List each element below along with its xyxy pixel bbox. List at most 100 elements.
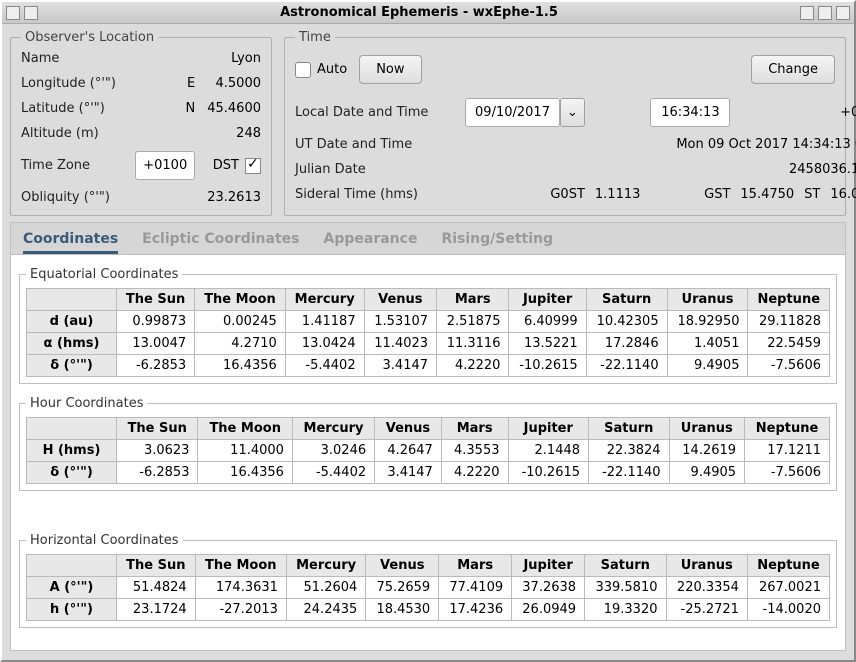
col-header: The Sun	[117, 418, 198, 440]
tab-body: Equatorial Coordinates The SunThe MoonMer…	[10, 255, 846, 651]
cell: 29.11828	[748, 311, 830, 333]
col-header: The Sun	[117, 289, 195, 311]
row-header: h (°'")	[27, 599, 117, 621]
cell: -25.2721	[666, 599, 747, 621]
cell: 220.3354	[666, 577, 747, 599]
change-button[interactable]: Change	[751, 55, 835, 84]
cell: 17.4236	[439, 599, 512, 621]
col-header: Jupiter	[512, 555, 585, 577]
cell: 1.41187	[285, 311, 364, 333]
cell: -5.4402	[292, 462, 374, 484]
cell: 9.4905	[667, 355, 748, 377]
date-input[interactable]	[465, 98, 560, 127]
col-header: Mars	[441, 418, 508, 440]
cell: -10.2615	[509, 355, 586, 377]
cell: 1.53107	[364, 311, 436, 333]
row-header: δ (°'")	[27, 462, 117, 484]
lon-value: 4.5000	[207, 76, 261, 91]
col-header: Venus	[366, 555, 439, 577]
cell: 3.0246	[292, 440, 374, 462]
now-button[interactable]: Now	[359, 55, 421, 84]
eq-table: The SunThe MoonMercuryVenusMarsJupiterSa…	[26, 288, 830, 377]
cell: 339.5810	[585, 577, 666, 599]
col-header: Mars	[437, 289, 509, 311]
hr-group: Hour Coordinates The SunThe MoonMercuryVe…	[19, 396, 837, 491]
ut-dt-value: Mon 09 Oct 2017 14:34:13 GMT	[445, 137, 856, 152]
cell: 11.4023	[364, 333, 436, 355]
row-header: H (hms)	[27, 440, 117, 462]
hz-table: The SunThe MoonMercuryVenusMarsJupiterSa…	[26, 554, 830, 621]
auto-checkbox-wrap[interactable]: Auto	[295, 62, 347, 78]
cell: 17.2846	[586, 333, 667, 355]
cell: 267.0021	[747, 577, 829, 599]
cell: 0.00245	[195, 311, 286, 333]
col-header: Jupiter	[509, 289, 586, 311]
window-title: Astronomical Ephemeris - wxEphe-1.5	[42, 5, 796, 20]
cell: -7.5606	[745, 462, 830, 484]
col-header: Neptune	[748, 289, 830, 311]
obl-label: Obliquity (°'")	[21, 190, 123, 205]
jd-value: 2458036.1071	[445, 162, 856, 177]
cell: 18.92950	[667, 311, 748, 333]
utc-offset: +0200	[830, 105, 856, 120]
row-header: δ (°'")	[27, 355, 117, 377]
tab-appearance[interactable]: Appearance	[324, 231, 418, 248]
cell: 24.2435	[286, 599, 365, 621]
cell: -7.5606	[748, 355, 830, 377]
hz-group: Horizontal CoordinatesThe SunThe MoonMer…	[19, 533, 837, 628]
tab-coordinates[interactable]: Coordinates	[23, 231, 118, 254]
cell: 2.1448	[508, 440, 589, 462]
cell: 3.0623	[117, 440, 198, 462]
cell: 13.5221	[509, 333, 586, 355]
col-header: Saturn	[586, 289, 667, 311]
col-header: Jupiter	[508, 418, 589, 440]
col-header: Uranus	[666, 555, 747, 577]
sysmenu-icon[interactable]	[6, 6, 20, 20]
col-header: The Sun	[117, 555, 196, 577]
cell: 16.4356	[195, 355, 286, 377]
cell: 51.4824	[117, 577, 196, 599]
col-header: The Moon	[198, 418, 292, 440]
time-input[interactable]	[650, 98, 730, 127]
cell: 10.42305	[586, 311, 667, 333]
col-header: Venus	[375, 418, 442, 440]
cell: 4.2220	[441, 462, 508, 484]
row-header: A (°'")	[27, 577, 117, 599]
maximize-button[interactable]	[818, 6, 832, 20]
date-picker-button[interactable]: ⌄	[560, 98, 585, 127]
titlebar: Astronomical Ephemeris - wxEphe-1.5	[2, 2, 854, 24]
eq-group: Equatorial Coordinates The SunThe MoonMer…	[19, 267, 837, 384]
alt-label: Altitude (m)	[21, 126, 123, 141]
cell: 11.3116	[437, 333, 509, 355]
cell: -6.2853	[117, 355, 195, 377]
tz-input[interactable]	[135, 151, 195, 180]
cell: 1.4051	[667, 333, 748, 355]
col-header: The Moon	[195, 289, 286, 311]
jd-label: Julian Date	[295, 162, 435, 177]
minimize-button[interactable]	[800, 6, 814, 20]
close-button[interactable]	[836, 6, 850, 20]
col-header: Mars	[439, 555, 512, 577]
col-header: The Moon	[195, 555, 286, 577]
col-header: Uranus	[667, 289, 748, 311]
dst-checkbox[interactable]	[245, 158, 261, 174]
lat-hemisphere: N	[135, 101, 195, 116]
sticky-icon[interactable]	[24, 6, 38, 20]
time-legend: Time	[295, 30, 335, 45]
tab-ecliptic[interactable]: Ecliptic Coordinates	[142, 231, 299, 248]
cell: 9.4905	[669, 462, 745, 484]
hr-legend: Hour Coordinates	[26, 396, 147, 411]
hr-table: The SunThe MoonMercuryVenusMarsJupiterSa…	[26, 417, 830, 484]
alt-value: 248	[207, 126, 261, 141]
gst-label: GST	[650, 187, 730, 202]
g0st-value: 1.1113	[595, 187, 641, 202]
cell: 3.4147	[375, 462, 442, 484]
auto-checkbox-icon	[295, 62, 311, 78]
tab-rising-setting[interactable]: Rising/Setting	[441, 231, 553, 248]
col-header: Uranus	[669, 418, 745, 440]
cell: 4.2710	[195, 333, 286, 355]
app-window: Astronomical Ephemeris - wxEphe-1.5 Obse…	[0, 0, 856, 662]
eq-legend: Equatorial Coordinates	[26, 267, 182, 282]
sid-label: Sideral Time (hms)	[295, 187, 435, 202]
cell: 4.3553	[441, 440, 508, 462]
